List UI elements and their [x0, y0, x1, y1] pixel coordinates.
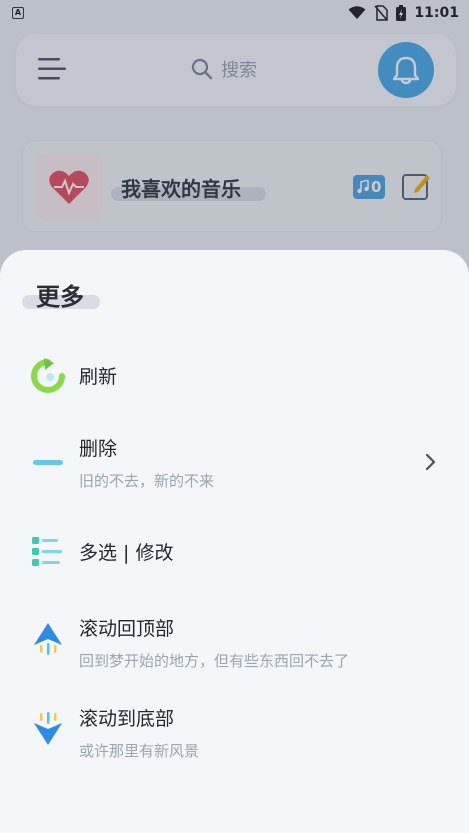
scroll-bottom-icon — [34, 712, 62, 745]
menu-item-subtitle: 或许那里有新风景 — [79, 742, 200, 760]
scroll-top-icon — [34, 623, 62, 655]
menu-item-subtitle: 旧的不去，新的不来 — [79, 472, 215, 490]
refresh-icon — [31, 358, 65, 393]
sheet-title: 更多 — [36, 283, 84, 311]
menu-item-delete[interactable]: 删除 旧的不去，新的不来 — [0, 428, 469, 498]
delete-line-icon — [33, 460, 63, 465]
menu-item-scroll-bottom[interactable]: 滚动到底部 或许那里有新风景 — [0, 698, 469, 768]
menu-item-scroll-top[interactable]: 滚动回顶部 回到梦开始的地方，但有些东西回不去了 — [0, 608, 469, 678]
chevron-right-icon — [425, 453, 436, 471]
menu-item-multi-select[interactable]: 多选 | 修改 — [0, 517, 469, 587]
menu-item-refresh[interactable]: 刷新 — [0, 341, 469, 411]
menu-item-label: 删除 — [79, 438, 118, 460]
menu-item-label: 多选 | 修改 — [79, 542, 174, 564]
multi-select-icon — [32, 537, 62, 566]
more-bottom-sheet: 更多 刷新 删除 旧的不去，新的不来 多选 | 修改 滚动回顶部 回到梦开始的地… — [0, 250, 469, 833]
menu-item-label: 滚动到底部 — [79, 708, 175, 730]
menu-item-label: 刷新 — [79, 366, 118, 388]
menu-item-label: 滚动回顶部 — [79, 618, 175, 640]
menu-item-subtitle: 回到梦开始的地方，但有些东西回不去了 — [79, 652, 350, 670]
